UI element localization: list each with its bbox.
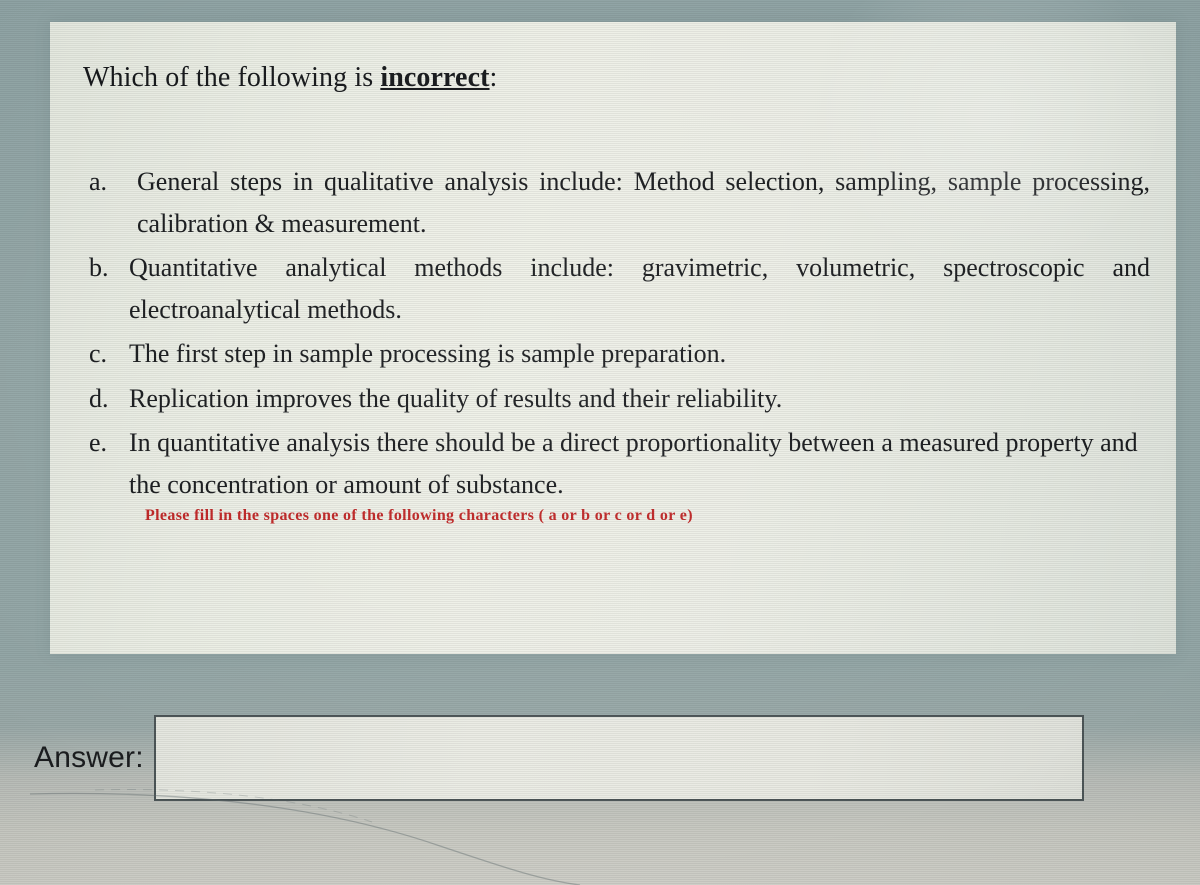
option-c-marker: c. xyxy=(89,339,108,369)
question-panel-content: Which of the following is incorrect: a. … xyxy=(83,60,1150,525)
option-c[interactable]: c. The first step in sample processing i… xyxy=(83,333,1150,375)
option-a-text: General steps in qualitative analysis in… xyxy=(137,167,1150,239)
option-e-text: In quantitative analysis there should be… xyxy=(129,427,1138,499)
question-stem-emphasis: incorrect xyxy=(380,62,490,93)
fill-in-instruction: Please fill in the spaces one of the fol… xyxy=(145,506,693,524)
option-a[interactable]: a. General steps in qualitative analysis… xyxy=(83,161,1150,245)
question-stem-prefix: Which of the following is xyxy=(83,62,381,93)
option-b-marker: b. xyxy=(89,253,109,283)
answer-label: Answer: xyxy=(34,741,144,774)
answer-input[interactable] xyxy=(153,715,1084,801)
option-e[interactable]: e. In quantitative analysis there should… xyxy=(83,422,1150,506)
option-e-marker: e. xyxy=(89,427,108,457)
option-a-marker: a. xyxy=(89,167,108,196)
photographed-screen: Which of the following is incorrect: a. … xyxy=(0,0,1200,885)
option-d[interactable]: d. Replication improves the quality of r… xyxy=(83,378,1150,420)
question-panel: Which of the following is incorrect: a. … xyxy=(50,22,1176,654)
answer-row: Answer: xyxy=(34,712,1124,804)
option-d-marker: d. xyxy=(89,383,109,413)
option-b-text: Quantitative analytical methods include:… xyxy=(129,253,1150,325)
option-d-text: Replication improves the quality of resu… xyxy=(129,383,783,413)
question-stem: Which of the following is incorrect: xyxy=(83,60,1150,95)
option-c-text: The first step in sample processing is s… xyxy=(129,339,727,369)
option-b[interactable]: b. Quantitative analytical methods inclu… xyxy=(83,247,1150,331)
question-stem-suffix: : xyxy=(489,62,498,93)
option-list: a. General steps in qualitative analysis… xyxy=(83,161,1150,506)
